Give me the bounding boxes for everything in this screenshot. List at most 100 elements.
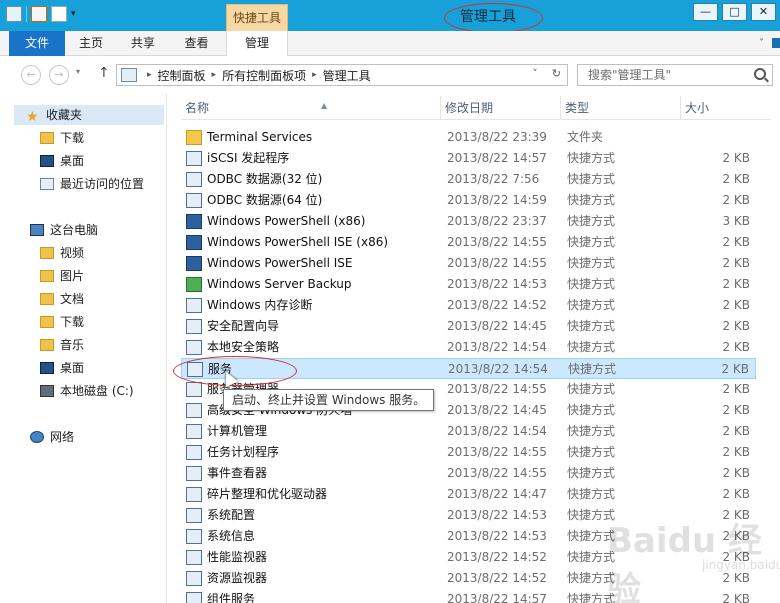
file-row[interactable]: 任务计划程序 2013/8/22 14:55 快捷方式 2 KB [181,442,756,463]
file-size: 2 KB [722,298,750,312]
breadcrumb-all-items[interactable]: 所有控制面板项 [222,67,306,84]
shortcut-icon [186,445,202,460]
tab-share[interactable]: 共享 [117,31,169,56]
file-type: 快捷方式 [567,193,616,207]
recent-locations-chevron-icon[interactable]: ▾ [76,67,80,76]
recent-icon [40,178,54,190]
file-row[interactable]: Terminal Services 2013/8/22 23:39 文件夹 [181,127,756,148]
nav-item-videos[interactable]: 视频 [40,243,84,263]
file-size: 2 KB [722,445,750,459]
file-type: 快捷方式 [567,487,616,501]
properties-icon[interactable] [6,6,22,22]
forward-button[interactable]: → [49,65,69,85]
column-header-date[interactable]: 修改日期 [441,96,561,120]
file-row[interactable]: ODBC 数据源(32 位) 2013/8/22 7:56 快捷方式 2 KB [181,169,756,190]
address-dropdown-chevron-icon[interactable]: ˅ [532,67,538,80]
nav-item-pictures[interactable]: 图片 [40,266,84,286]
file-row[interactable]: Windows PowerShell (x86) 2013/8/22 23:37 快… [181,211,756,232]
back-button[interactable]: ← [21,65,41,85]
column-header-name[interactable]: ▲ 名称 [181,96,441,120]
file-name: Windows PowerShell ISE (x86) [207,235,389,249]
shortcut-icon [186,319,202,334]
file-date: 2013/8/22 14:57 [447,151,547,165]
nav-item-desktop-pc[interactable]: 桌面 [40,358,84,378]
file-date: 2013/8/22 23:37 [447,214,547,228]
column-header-type[interactable]: 类型 [561,96,681,120]
edit-icon[interactable] [31,6,47,22]
minimize-button[interactable]: — [693,3,718,21]
file-row[interactable]: 安全配置向导 2013/8/22 14:45 快捷方式 2 KB [181,316,756,337]
nav-item-documents[interactable]: 文档 [40,289,84,309]
ribbon-expand-chevron-icon[interactable]: ˅ [759,38,764,49]
tab-file[interactable]: 文件 [9,31,65,56]
breadcrumb-separator[interactable]: ▸ [212,70,217,80]
file-type: 快捷方式 [567,403,616,417]
folder-icon [40,293,54,305]
file-row[interactable]: iSCSI 发起程序 2013/8/22 14:57 快捷方式 2 KB [181,148,756,169]
search-placeholder: 搜索"管理工具" [588,68,672,82]
file-date: 2013/8/22 14:53 [447,508,547,522]
nav-item-network[interactable]: 网络 [30,427,74,447]
nav-item-this-pc[interactable]: 这台电脑 [30,220,98,240]
file-date: 2013/8/22 14:55 [447,445,547,459]
file-date: 2013/8/22 14:47 [447,487,547,501]
file-date: 2013/8/22 14:52 [447,550,547,564]
powershell-icon [186,256,202,271]
address-toolbar: ← → ▾ ↑ ▸ 控制面板 ▸ 所有控制面板项 ▸ 管理工具 ˅ ↻ 搜索"管… [0,57,780,93]
file-row[interactable]: Windows PowerShell ISE 2013/8/22 14:55 快捷方… [181,253,756,274]
breadcrumb-control-panel[interactable]: 控制面板 [158,67,206,84]
shortcut-icon [186,424,202,439]
breadcrumb-admin-tools[interactable]: 管理工具 [323,67,371,84]
nav-item-downloads-pc[interactable]: 下载 [40,312,84,332]
star-icon: ★ [26,109,39,125]
file-row[interactable]: Windows Server Backup 2013/8/22 14:53 快捷方式… [181,274,756,295]
file-name: 事件查看器 [207,466,268,480]
tab-view[interactable]: 查看 [169,31,224,56]
tab-home[interactable]: 主页 [65,31,117,56]
up-button[interactable]: ↑ [98,65,110,81]
navigation-pane: ★ 收藏夹 下载 桌面 最近访问的位置 这台电脑 视频 图片 文档 下载 音乐 … [0,93,167,603]
tab-manage[interactable]: 管理 [226,31,288,56]
file-date: 2013/8/22 14:57 [447,592,547,603]
breadcrumb-separator[interactable]: ▸ [147,70,152,80]
file-row[interactable]: 事件查看器 2013/8/22 14:55 快捷方式 2 KB [181,463,756,484]
breadcrumb-separator[interactable]: ▸ [312,70,317,80]
nav-item-music[interactable]: 音乐 [40,335,84,355]
backup-icon [186,277,202,292]
nav-item-desktop[interactable]: 桌面 [40,151,84,171]
customize-chevron-icon[interactable]: ▾ [71,9,76,19]
search-input[interactable]: 搜索"管理工具" [577,64,773,86]
close-button[interactable]: ✕ [751,3,776,21]
file-name: Terminal Services [207,130,313,144]
search-icon[interactable] [754,68,766,80]
file-row[interactable]: 本地安全策略 2013/8/22 14:54 快捷方式 2 KB [181,337,756,358]
file-size: 2 KB [722,193,750,207]
new-folder-icon[interactable] [51,6,67,22]
shortcut-icon [186,508,202,523]
nav-item-label: 收藏夹 [46,108,83,122]
column-header-size[interactable]: 大小 [681,96,761,120]
file-type: 快捷方式 [567,214,616,228]
file-row[interactable]: 计算机管理 2013/8/22 14:54 快捷方式 2 KB [181,421,756,442]
maximize-button[interactable]: □ [722,3,747,21]
address-bar[interactable]: ▸ 控制面板 ▸ 所有控制面板项 ▸ 管理工具 ˅ ↻ [116,64,568,86]
help-icon[interactable] [772,38,780,48]
file-name: 计算机管理 [207,424,268,438]
file-type: 文件夹 [567,130,604,144]
shortcut-icon [186,172,202,187]
column-header-label: 名称 [185,101,210,115]
file-name: 性能监视器 [207,550,268,564]
nav-item-local-disk[interactable]: 本地磁盘 (C:) [40,381,134,401]
file-date: 2013/8/22 14:53 [447,277,547,291]
file-row[interactable]: ODBC 数据源(64 位) 2013/8/22 14:59 快捷方式 2 KB [181,190,756,211]
file-row[interactable]: 碎片整理和优化驱动器 2013/8/22 14:47 快捷方式 2 KB [181,484,756,505]
refresh-icon[interactable]: ↻ [552,67,561,80]
file-name: 安全配置向导 [207,319,280,333]
file-row[interactable]: Windows 内存诊断 2013/8/22 14:52 快捷方式 2 KB [181,295,756,316]
nav-item-recent[interactable]: 最近访问的位置 [40,174,144,194]
nav-item-favorites[interactable]: ★ 收藏夹 [14,105,164,125]
nav-item-downloads[interactable]: 下载 [40,128,84,148]
folder-icon [40,132,54,144]
shortcut-icon [186,403,202,418]
file-row[interactable]: Windows PowerShell ISE (x86) 2013/8/22 14… [181,232,756,253]
